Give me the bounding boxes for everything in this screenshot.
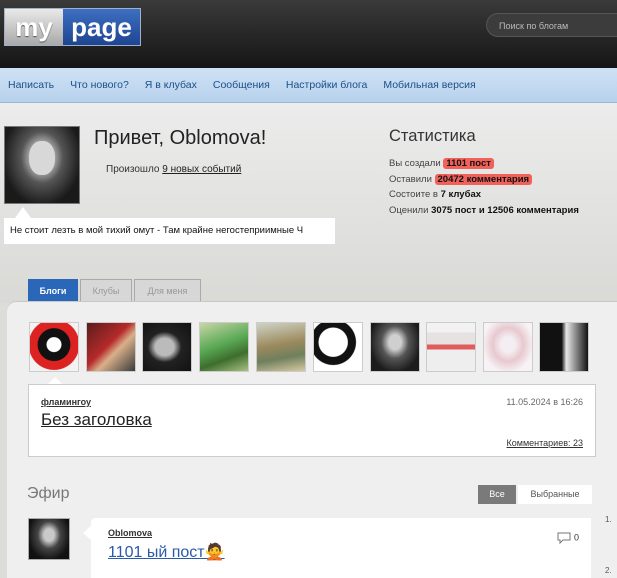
main-nav: Написать Что нового? Я в клубах Сообщени… — [0, 68, 617, 103]
post-title[interactable]: Без заголовка — [41, 410, 152, 430]
stat-posts-label: Вы создали — [389, 158, 444, 169]
nav-mobile-version[interactable]: Мобильная версия — [383, 79, 475, 91]
stat-clubs: Состоите в 7 клубах — [389, 189, 481, 200]
stat-comments-label: Оставили — [389, 174, 435, 185]
thumb-painting[interactable] — [256, 322, 306, 372]
feed-comment-count[interactable]: 0 — [557, 532, 579, 545]
thumb-red-dress[interactable] — [86, 322, 136, 372]
stat-comments: Оставили 20472 комментария — [389, 174, 533, 185]
feed-tip — [83, 526, 91, 540]
stat-ratings-label: Оценили — [389, 205, 432, 216]
post-author[interactable]: фламингоу — [41, 397, 91, 407]
thumb-text-image[interactable] — [426, 322, 476, 372]
top-header: my page Поиск по блогам — [0, 0, 617, 68]
tab-blogs[interactable]: Блоги — [28, 279, 78, 301]
status-text[interactable]: Не стоит лезть в мой тихий омут - Там кр… — [4, 218, 335, 244]
nav-my-clubs[interactable]: Я в клубах — [145, 79, 197, 91]
greeting-title: Привет, Oblomova! — [94, 127, 267, 149]
avatar-face — [29, 141, 55, 175]
events-prefix: Произошло — [106, 164, 163, 175]
feed-post-title[interactable]: 1101 ый пост🙅 — [108, 542, 225, 562]
latest-post-card: фламингоу 11.05.2024 в 16:26 Без заголов… — [28, 384, 596, 457]
thumb-green[interactable] — [199, 322, 249, 372]
feed-comment-value: 0 — [573, 532, 579, 543]
events-link[interactable]: 9 новых событий — [162, 164, 241, 175]
list-number-2: 2. — [605, 566, 612, 575]
feed-title: Эфир — [27, 485, 70, 502]
events-line: Произошло 9 новых событий — [106, 164, 241, 175]
feed-author[interactable]: Oblomova — [108, 528, 152, 538]
feed-post-card: Oblomova 1101 ый пост🙅 0 — [91, 518, 591, 578]
filter-all-button[interactable]: Все — [478, 485, 516, 504]
thumb-bird[interactable] — [142, 322, 192, 372]
nav-whats-new[interactable]: Что нового? — [70, 79, 129, 91]
stat-ratings-value: 3075 пост и 12506 комментария — [431, 205, 579, 216]
nav-blog-settings[interactable]: Настройки блога — [286, 79, 367, 91]
nav-write[interactable]: Написать — [8, 79, 54, 91]
stats-title: Статистика — [389, 127, 476, 145]
thumb-sketch[interactable] — [313, 322, 363, 372]
filter-selected-button[interactable]: Выбранные — [518, 485, 592, 504]
stat-comments-value: 20472 комментария — [434, 174, 533, 185]
post-date: 11.05.2024 в 16:26 — [506, 397, 583, 407]
logo-my-text: my — [5, 9, 63, 45]
list-number-1: 1. — [605, 515, 612, 524]
thumb-pink-hair[interactable] — [483, 322, 533, 372]
tab-clubs[interactable]: Клубы — [80, 279, 132, 301]
stat-posts: Вы создали 1101 пост — [389, 158, 494, 169]
status-bubble-tip — [15, 207, 31, 218]
profile-area: Привет, Oblomova! Произошло 9 новых собы… — [0, 103, 617, 303]
stat-clubs-value: 7 клубах — [440, 189, 482, 200]
thumb-penguin[interactable] — [29, 322, 79, 372]
tab-for-me[interactable]: Для меня — [134, 279, 201, 301]
post-comments-link[interactable]: Комментариев: 23 — [507, 438, 583, 448]
mypage-logo[interactable]: my page — [4, 8, 141, 46]
main-panel: фламингоу 11.05.2024 в 16:26 Без заголов… — [7, 301, 617, 578]
search-input[interactable]: Поиск по блогам — [486, 13, 617, 37]
comment-icon — [557, 532, 571, 545]
stat-posts-value: 1101 пост — [443, 158, 494, 169]
nav-messages[interactable]: Сообщения — [213, 79, 270, 91]
thumb-bw-face[interactable] — [539, 322, 589, 372]
thumb-portrait[interactable] — [370, 322, 420, 372]
logo-page-text: page — [63, 9, 140, 45]
stat-clubs-label: Состоите в — [389, 189, 441, 200]
stat-ratings: Оценили 3075 пост и 12506 комментария — [389, 205, 579, 216]
feed-avatar[interactable] — [28, 518, 70, 560]
avatar[interactable] — [4, 126, 80, 204]
